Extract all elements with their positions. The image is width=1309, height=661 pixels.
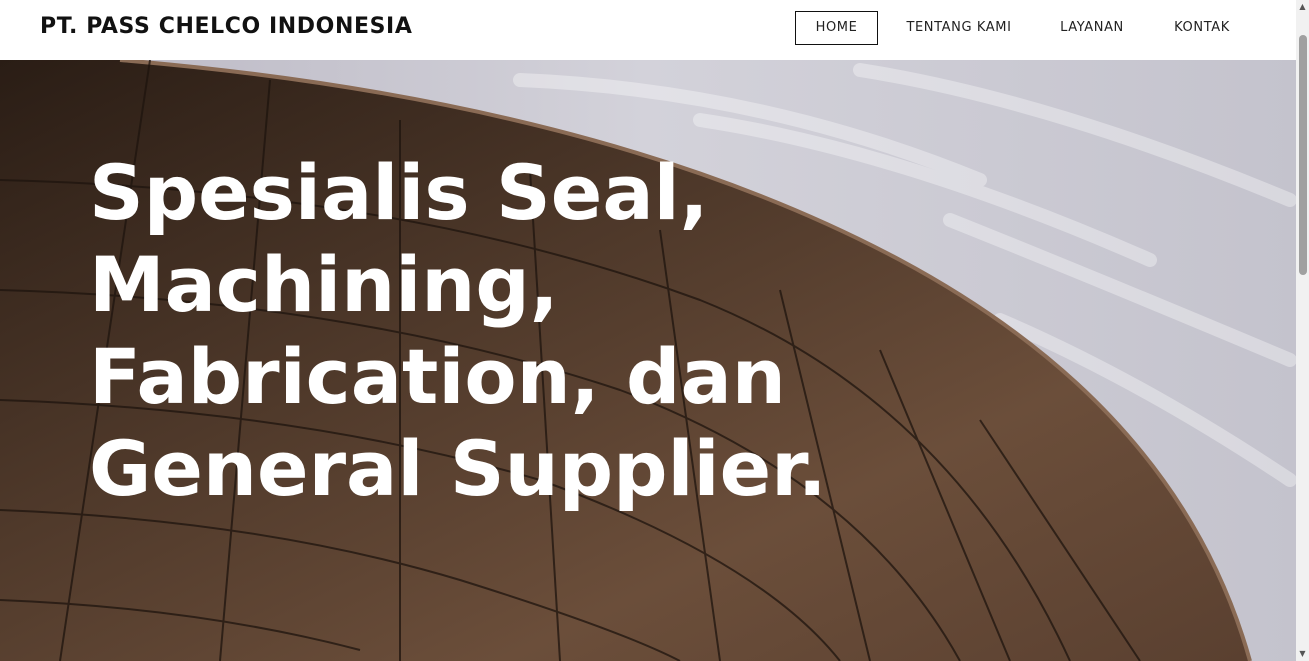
hero-headline-line-1: Spesialis Seal, [89,148,709,237]
nav-item-tentang-kami[interactable]: TENTANG KAMI [896,11,1022,45]
top-navbar: PT. PASS CHELCO INDONESIA HOME TENTANG K… [0,0,1296,60]
nav-item-kontak[interactable]: KONTAK [1160,11,1244,45]
hero-section: Spesialis Seal, Machining, Fabrication, … [0,60,1296,661]
nav-item-layanan[interactable]: LAYANAN [1048,11,1136,45]
hero-headline-line-4: General Supplier. [89,424,827,513]
nav-item-home[interactable]: HOME [795,11,878,45]
main-nav: HOME TENTANG KAMI LAYANAN KONTAK [0,11,1296,45]
hero-headline: Spesialis Seal, Machining, Fabrication, … [89,147,1069,515]
hero-headline-line-2: Machining, [89,240,559,329]
scroll-thumb[interactable] [1299,35,1307,275]
scroll-up-arrow-icon[interactable]: ▲ [1296,0,1309,14]
page-scrollbar[interactable]: ▲ ▼ [1296,0,1309,661]
scroll-down-arrow-icon[interactable]: ▼ [1296,647,1309,661]
hero-headline-line-3: Fabrication, dan [89,332,786,421]
